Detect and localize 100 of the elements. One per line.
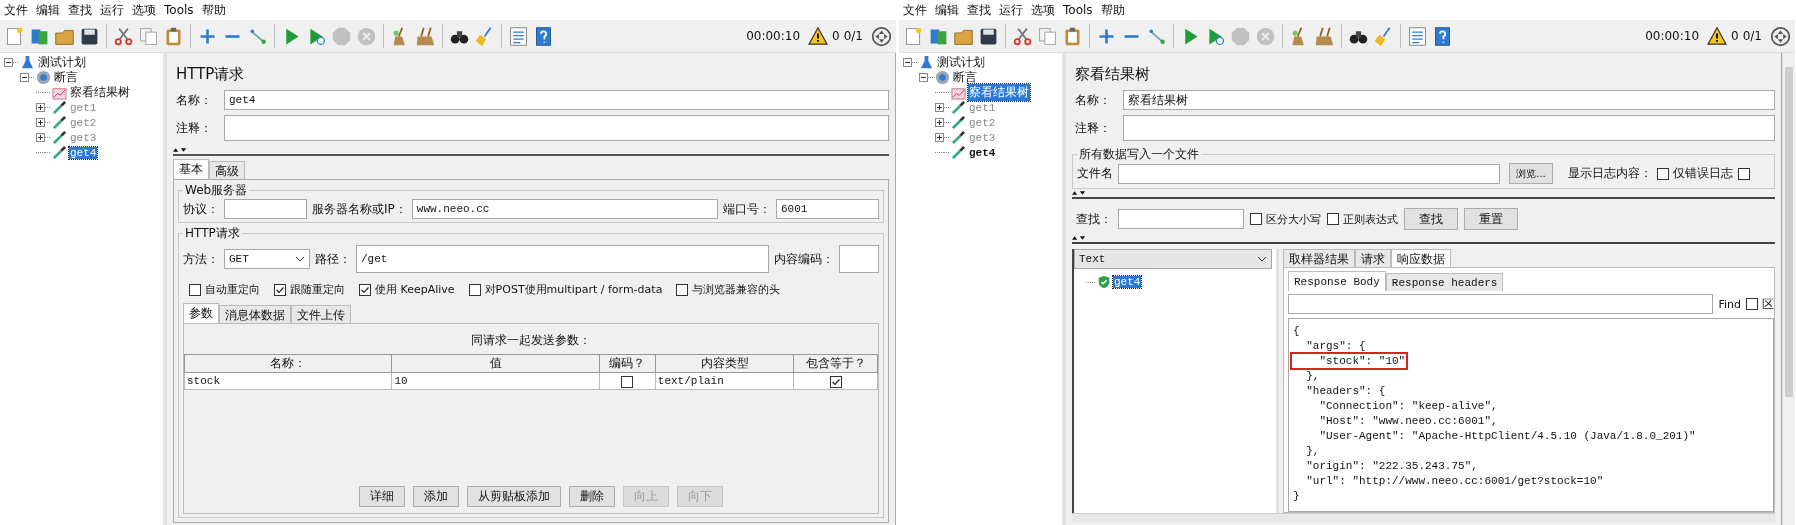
broom-icon[interactable] xyxy=(1314,25,1335,47)
tree-item[interactable]: 断言 xyxy=(53,69,79,86)
checkbox[interactable] xyxy=(359,283,371,296)
vertical-scrollbar[interactable] xyxy=(1782,53,1795,525)
tab[interactable]: 基本 xyxy=(173,159,209,179)
tree-item[interactable]: get4 xyxy=(69,146,98,159)
column-header[interactable]: 编码？ xyxy=(599,354,656,373)
menu-item[interactable]: Tools xyxy=(164,3,194,17)
tab[interactable]: 高级 xyxy=(209,161,245,179)
path-field[interactable]: /get xyxy=(356,245,769,273)
tab[interactable]: 请求 xyxy=(1355,249,1391,267)
renderer-dropdown[interactable]: Text xyxy=(1074,249,1272,269)
file-name-field[interactable] xyxy=(1118,163,1500,184)
menu-item[interactable]: Tools xyxy=(1063,3,1093,17)
tree-item[interactable]: 测试计划 xyxy=(936,54,986,71)
encoding-field[interactable] xyxy=(839,245,879,273)
tree-item[interactable]: 察看结果树 xyxy=(968,84,1030,101)
new-file-icon[interactable] xyxy=(903,25,924,47)
menu-item[interactable]: 编辑 xyxy=(36,1,60,19)
splitter-arrows-icon[interactable] xyxy=(1072,190,1086,196)
server-field[interactable]: www.neeo.cc xyxy=(411,199,718,219)
tab[interactable]: 响应数据 xyxy=(1391,249,1451,267)
comment-field[interactable] xyxy=(224,115,889,141)
result-item[interactable]: get4 xyxy=(1113,276,1142,288)
splitter-arrows-icon[interactable] xyxy=(1072,235,1086,241)
help-icon[interactable] xyxy=(1432,25,1453,47)
tree-toggle-icon[interactable] xyxy=(4,58,13,67)
remote-icon[interactable] xyxy=(1770,25,1791,47)
tree-toggle-icon[interactable] xyxy=(903,58,912,67)
checkbox[interactable] xyxy=(829,375,842,388)
column-header[interactable]: 包含等于？ xyxy=(793,354,878,373)
tab[interactable]: 取样器结果 xyxy=(1283,249,1355,267)
menu-item[interactable]: 查找 xyxy=(68,1,92,19)
find-field[interactable] xyxy=(1288,294,1714,314)
comment-field[interactable] xyxy=(1123,115,1775,141)
checkbox[interactable] xyxy=(274,283,286,296)
menu-item[interactable]: 编辑 xyxy=(935,1,959,19)
tree-item[interactable]: 察看结果树 xyxy=(69,84,131,101)
horizontal-scrollbar[interactable] xyxy=(1072,513,1775,523)
menu-item[interactable]: 查找 xyxy=(967,1,991,19)
action-button[interactable]: 删除 xyxy=(569,486,615,507)
menu-item[interactable]: 运行 xyxy=(100,1,124,19)
checkbox[interactable] xyxy=(621,375,634,388)
list-icon[interactable] xyxy=(508,25,529,47)
tab[interactable]: Response headers xyxy=(1385,273,1504,291)
pipette-icon xyxy=(52,145,67,160)
tab[interactable]: 消息体数据 xyxy=(219,305,291,323)
response-text-area[interactable] xyxy=(1288,318,1774,512)
scissors-icon[interactable] xyxy=(113,25,134,47)
menu-item[interactable]: 帮助 xyxy=(201,1,226,19)
protocol-field[interactable] xyxy=(224,199,307,219)
scrollbar-thumb[interactable] xyxy=(1785,67,1793,397)
action-button[interactable]: 重置 xyxy=(1464,208,1518,230)
new-file-icon[interactable] xyxy=(4,25,25,47)
tree-toggle-icon[interactable] xyxy=(919,73,928,82)
action-button[interactable]: 从剪贴板添加 xyxy=(467,486,561,507)
menu-item[interactable]: 选项 xyxy=(132,1,156,19)
menu-item[interactable]: 帮助 xyxy=(1100,1,1125,19)
menu-item[interactable]: 文件 xyxy=(903,1,927,19)
tree-item[interactable]: get4 xyxy=(968,146,997,159)
tree-item[interactable]: 测试计划 xyxy=(37,54,87,71)
method-dropdown[interactable]: GET xyxy=(224,249,310,269)
checkbox[interactable] xyxy=(1327,213,1339,225)
column-header[interactable]: 内容类型 xyxy=(655,354,794,373)
tab[interactable]: 文件上传 xyxy=(291,305,351,323)
checkbox[interactable] xyxy=(1738,167,1750,180)
name-field[interactable]: 察看结果树 xyxy=(1123,90,1775,110)
search-field[interactable] xyxy=(1118,209,1244,229)
checkbox[interactable] xyxy=(189,283,201,296)
help-icon[interactable] xyxy=(533,25,554,47)
broom-icon[interactable] xyxy=(415,25,436,47)
checkbox[interactable] xyxy=(1746,298,1758,310)
scissors-icon[interactable] xyxy=(1012,25,1033,47)
browse-button[interactable]: 浏览... xyxy=(1509,163,1553,184)
splitter-arrows-icon[interactable] xyxy=(173,147,187,153)
checkbox-label: 仅错误日志 xyxy=(1673,165,1733,182)
column-header[interactable]: 值 xyxy=(391,354,600,373)
tree-item[interactable]: 断言 xyxy=(952,69,978,86)
field-label: 注释： xyxy=(1074,119,1112,137)
column-header[interactable]: 名称： xyxy=(184,354,392,373)
remote-icon[interactable] xyxy=(871,25,892,47)
name-field[interactable]: get4 xyxy=(224,90,889,110)
tab[interactable]: 参数 xyxy=(183,303,219,323)
checkbox[interactable] xyxy=(1250,213,1262,225)
warning-icon[interactable] xyxy=(1707,27,1728,45)
action-button[interactable]: 查找 xyxy=(1404,208,1458,230)
menu-item[interactable]: 选项 xyxy=(1031,1,1055,19)
warning-icon[interactable] xyxy=(808,27,829,45)
checkbox[interactable] xyxy=(676,283,689,296)
action-button[interactable]: 添加 xyxy=(413,486,459,507)
tree-toggle-icon[interactable] xyxy=(20,73,29,82)
port-field[interactable]: 6001 xyxy=(776,199,879,219)
list-icon[interactable] xyxy=(1407,25,1428,47)
checkbox[interactable] xyxy=(468,283,481,296)
pipette-icon xyxy=(52,100,67,115)
menu-item[interactable]: 运行 xyxy=(999,1,1023,19)
menu-item[interactable]: 文件 xyxy=(4,1,28,19)
tab[interactable]: Response Body xyxy=(1288,271,1386,291)
checkbox[interactable] xyxy=(1657,167,1669,180)
action-button[interactable]: 详细 xyxy=(359,486,405,507)
